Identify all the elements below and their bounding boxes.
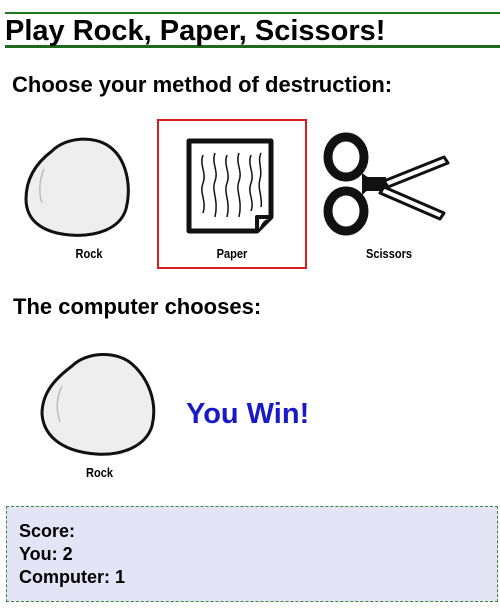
title-bar: Play Rock, Paper, Scissors!	[5, 12, 500, 48]
choose-prompt: Choose your method of destruction:	[12, 72, 393, 97]
choice-scissors-label: Scissors	[365, 246, 413, 261]
result-text: You Win!	[186, 398, 310, 430]
computer-title: The computer chooses:	[13, 294, 262, 319]
score-heading: Score:	[19, 521, 76, 541]
choice-rock-label: Rock	[75, 246, 103, 261]
choice-rock-button[interactable]: Rock	[14, 119, 164, 269]
choice-paper-label: Paper	[216, 246, 248, 261]
page-title: Play Rock, Paper, Scissors!	[5, 15, 386, 47]
computer-choice-label: Rock	[85, 465, 114, 480]
computer-choice: Rock	[32, 340, 167, 490]
score-computer: Computer: 1	[19, 567, 126, 587]
score-panel: Score: You: 2 Computer: 1	[6, 506, 498, 602]
choice-scissors-button[interactable]: Scissors	[314, 119, 464, 269]
choice-paper-button[interactable]: Paper	[157, 119, 307, 269]
score-you: You: 2	[19, 544, 73, 564]
